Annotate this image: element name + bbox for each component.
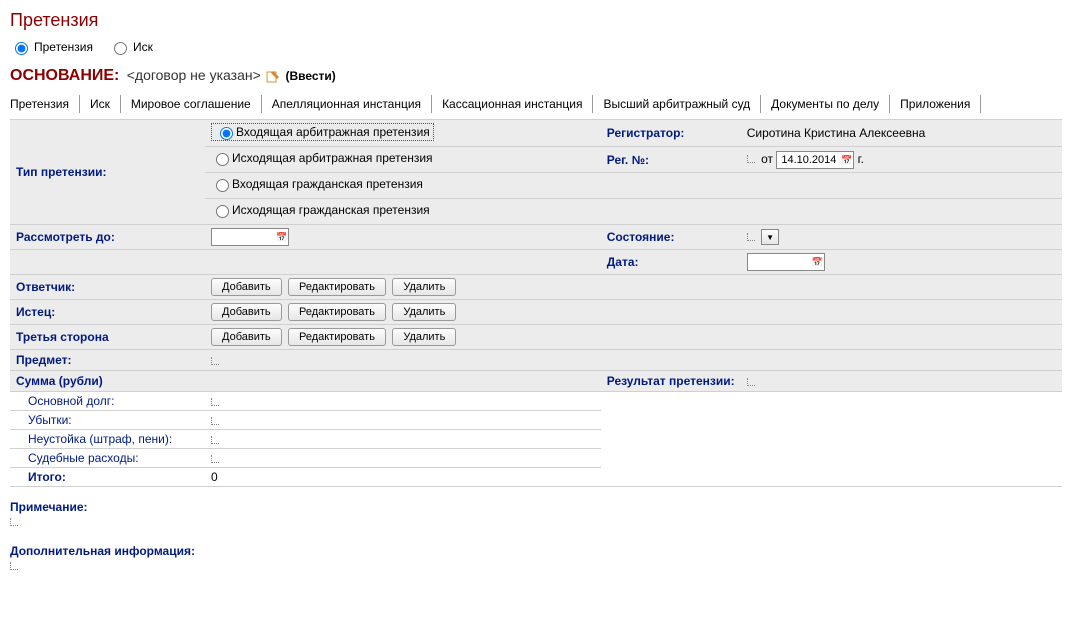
subject-label: Предмет:	[10, 350, 205, 371]
corner-mark-icon	[10, 562, 18, 570]
losses-label: Убытки:	[10, 411, 205, 430]
corner-mark-icon	[211, 455, 219, 463]
respondent-add-button[interactable]: Добавить	[211, 278, 282, 296]
doc-type-selector: Претензия Иск	[10, 39, 1062, 55]
reg-no-label: Рег. №:	[601, 147, 741, 173]
corner-mark-icon	[211, 436, 219, 444]
form-table: Тип претензии: Входящая арбитражная прет…	[10, 119, 1062, 487]
radio-pretenziya-label: Претензия	[34, 40, 93, 54]
claim-type-opt4[interactable]: Исходящая гражданская претензия	[211, 202, 430, 218]
calendar-icon[interactable]: 📅	[841, 155, 851, 165]
thirdparty-add-button[interactable]: Добавить	[211, 328, 282, 346]
plaintiff-delete-button[interactable]: Удалить	[392, 303, 456, 321]
calendar-icon[interactable]: 📅	[812, 257, 822, 267]
corner-mark-icon	[211, 398, 219, 406]
principal-label: Основной долг:	[10, 392, 205, 411]
calendar-icon[interactable]: 📅	[276, 232, 286, 242]
claim-type-opt4-radio[interactable]	[216, 205, 229, 218]
claim-type-opt2-label: Исходящая арбитражная претензия	[232, 151, 433, 165]
status-dropdown[interactable]: ▼	[761, 229, 779, 245]
tab-documents[interactable]: Документы по делу	[761, 95, 890, 113]
claim-type-opt1-label: Входящая арбитражная претензия	[236, 125, 430, 139]
g-label: г.	[858, 152, 864, 166]
tabs: Претензия Иск Мировое соглашение Апелляц…	[10, 95, 1062, 113]
tab-kass[interactable]: Кассационная инстанция	[432, 95, 593, 113]
reg-no-cell: от 📅 г.	[741, 147, 1062, 173]
claim-type-opt3-label: Входящая гражданская претензия	[232, 177, 423, 191]
tab-attachments[interactable]: Приложения	[890, 95, 981, 113]
claim-type-label: Тип претензии:	[10, 120, 205, 225]
respondent-edit-button[interactable]: Редактировать	[288, 278, 386, 296]
registrar-label: Регистратор:	[601, 120, 741, 147]
status-cell: ▼	[741, 225, 1062, 250]
consider-until-label: Рассмотреть до:	[10, 225, 205, 250]
corner-mark-icon	[211, 417, 219, 425]
plaintiff-edit-button[interactable]: Редактировать	[288, 303, 386, 321]
plaintiff-add-button[interactable]: Добавить	[211, 303, 282, 321]
osnovanie-enter-link[interactable]: (Ввести)	[285, 69, 335, 83]
court-costs-label: Судебные расходы:	[10, 449, 205, 468]
claim-type-opt2[interactable]: Исходящая арбитражная претензия	[211, 150, 433, 166]
reg-date-input[interactable]	[779, 153, 839, 167]
tab-pretenziya[interactable]: Претензия	[10, 95, 80, 113]
thirdparty-edit-button[interactable]: Редактировать	[288, 328, 386, 346]
total-label: Итого:	[10, 468, 205, 487]
corner-mark-icon	[747, 378, 755, 386]
edit-icon[interactable]	[266, 70, 280, 84]
tab-isk[interactable]: Иск	[80, 95, 121, 113]
note-label: Примечание:	[10, 500, 1062, 514]
ot-label: от	[761, 152, 773, 166]
corner-mark-icon	[747, 233, 755, 241]
third-party-label: Третья сторона	[10, 325, 205, 350]
plaintiff-label: Истец:	[10, 300, 205, 325]
corner-mark-icon	[211, 357, 219, 365]
thirdparty-delete-button[interactable]: Удалить	[392, 328, 456, 346]
radio-isk-input[interactable]	[114, 42, 127, 55]
respondent-delete-button[interactable]: Удалить	[392, 278, 456, 296]
osnovanie-label: ОСНОВАНИЕ:	[10, 67, 119, 84]
claim-type-opt3[interactable]: Входящая гражданская претензия	[211, 176, 423, 192]
claim-type-opt3-radio[interactable]	[216, 179, 229, 192]
corner-mark-icon	[10, 518, 18, 526]
claim-type-opt4-label: Исходящая гражданская претензия	[232, 203, 430, 217]
date-input-box[interactable]: 📅	[747, 253, 825, 271]
corner-mark-icon	[747, 155, 755, 163]
respondent-label: Ответчик:	[10, 275, 205, 300]
sum-label: Сумма (рубли)	[10, 371, 205, 392]
osnovanie-value: <договор не указан>	[127, 67, 261, 83]
radio-isk[interactable]: Иск	[109, 39, 153, 55]
status-label: Состояние:	[601, 225, 741, 250]
penalty-label: Неустойка (штраф, пени):	[10, 430, 205, 449]
date-label: Дата:	[601, 250, 741, 275]
radio-isk-label: Иск	[133, 40, 153, 54]
extra-info-label: Дополнительная информация:	[10, 544, 1062, 558]
radio-pretenziya-input[interactable]	[15, 42, 28, 55]
osnovanie-row: ОСНОВАНИЕ: <договор не указан> (Ввести)	[10, 67, 1062, 85]
tab-apell[interactable]: Апелляционная инстанция	[262, 95, 432, 113]
date-input[interactable]	[750, 255, 810, 269]
tab-vas[interactable]: Высший арбитражный суд	[593, 95, 761, 113]
tab-mirovoe[interactable]: Мировое соглашение	[121, 95, 262, 113]
claim-type-opt2-radio[interactable]	[216, 153, 229, 166]
result-label: Результат претензии:	[601, 371, 741, 392]
page-title: Претензия	[10, 10, 1062, 31]
total-value: 0	[205, 468, 601, 487]
consider-until-input[interactable]	[214, 230, 274, 244]
radio-pretenziya[interactable]: Претензия	[10, 39, 93, 55]
consider-until-input-box[interactable]: 📅	[211, 228, 289, 246]
claim-type-opt1[interactable]: Входящая арбитражная претензия	[211, 123, 434, 141]
claim-type-opt1-radio[interactable]	[220, 127, 233, 140]
reg-date-input-box[interactable]: 📅	[776, 151, 854, 169]
registrar-value: Сиротина Кристина Алексеевна	[741, 120, 1062, 147]
